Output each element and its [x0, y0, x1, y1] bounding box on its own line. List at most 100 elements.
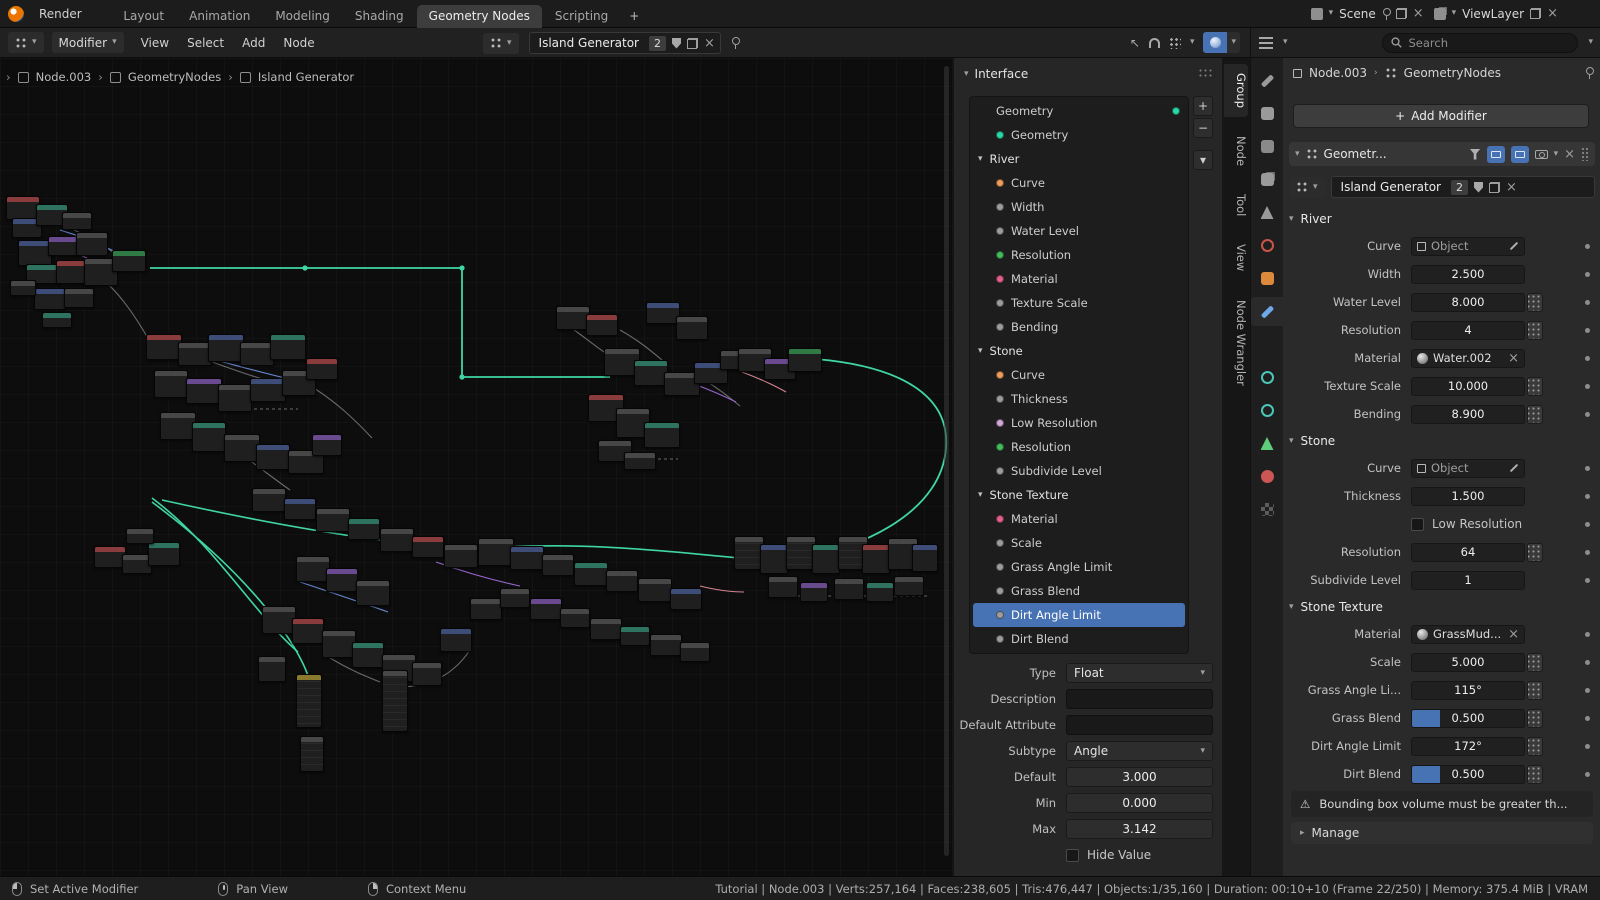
- group-name-field[interactable]: Island Generator 2 ×: [1331, 176, 1595, 198]
- geometry-node[interactable]: [500, 588, 530, 608]
- geometry-node[interactable]: [440, 628, 472, 652]
- properties-tab-constraints[interactable]: [1251, 396, 1283, 425]
- keyframe-decorator[interactable]: [1527, 709, 1543, 728]
- geometry-node[interactable]: [380, 528, 414, 552]
- geometry-node[interactable]: [788, 348, 822, 372]
- interface-item-bending[interactable]: Bending: [970, 315, 1188, 339]
- properties-tab-world[interactable]: [1251, 231, 1283, 260]
- geometry-node[interactable]: [296, 674, 322, 728]
- geometry-node[interactable]: [624, 452, 656, 470]
- keyframe-decorator[interactable]: [1527, 321, 1543, 340]
- number-field-grass-blend[interactable]: 0.500: [1411, 709, 1525, 728]
- geometry-node[interactable]: [862, 544, 890, 574]
- add-item-button[interactable]: +: [1193, 96, 1213, 116]
- node-menu-view[interactable]: View: [132, 32, 178, 54]
- breadcrumb-modifier[interactable]: GeometryNodes: [1404, 66, 1501, 80]
- workspace-tab-geometry-nodes[interactable]: Geometry Nodes: [417, 5, 542, 28]
- geometry-node[interactable]: [348, 518, 380, 540]
- workspace-tab-modeling[interactable]: Modeling: [263, 5, 342, 28]
- geometry-node[interactable]: [148, 542, 180, 566]
- checkbox-low-resolution[interactable]: [1411, 518, 1424, 531]
- interface-item-curve[interactable]: Curve: [970, 363, 1188, 387]
- material-field-material[interactable]: Water.002×: [1411, 349, 1525, 368]
- section-stone[interactable]: ▾Stone: [1289, 428, 1595, 454]
- vertical-scrollbar[interactable]: [944, 66, 949, 856]
- properties-editor-icon[interactable]: [1259, 37, 1273, 49]
- geometry-node[interactable]: [42, 312, 72, 328]
- scene-selector[interactable]: ▾ Scene ×: [1311, 3, 1424, 25]
- geometry-node[interactable]: [606, 570, 638, 592]
- tree-id-selector[interactable]: ▾: [483, 33, 519, 54]
- geometry-node[interactable]: [256, 444, 290, 470]
- geometry-node[interactable]: [352, 642, 384, 668]
- properties-tab-output[interactable]: [1251, 132, 1283, 161]
- extras-chevron-icon[interactable]: ▾: [1554, 150, 1559, 159]
- sidebar-tab-view[interactable]: View: [1224, 235, 1248, 280]
- breadcrumb-modifier[interactable]: GeometryNodes: [128, 70, 221, 84]
- interface-item-material[interactable]: Material: [970, 507, 1188, 531]
- copy-icon[interactable]: [1530, 8, 1541, 19]
- number-field-dirt-blend[interactable]: 0.500: [1411, 765, 1525, 784]
- geometry-node[interactable]: [34, 288, 66, 310]
- breadcrumb-object[interactable]: Node.003: [36, 70, 92, 84]
- geometry-node[interactable]: [296, 556, 330, 582]
- geometry-node[interactable]: [470, 598, 502, 620]
- number-field-dirt-angle-limit[interactable]: 172°: [1411, 737, 1525, 756]
- geometry-node[interactable]: [126, 528, 154, 544]
- geometry-node[interactable]: [478, 538, 514, 566]
- geometry-node[interactable]: [62, 212, 92, 230]
- geometry-node[interactable]: [444, 544, 478, 568]
- sidebar-tab-node-wrangler[interactable]: Node Wrangler: [1224, 291, 1248, 395]
- geometry-node[interactable]: [574, 562, 608, 586]
- snap-mode-icon[interactable]: [1169, 37, 1181, 49]
- geometry-node[interactable]: [530, 598, 562, 620]
- interface-item-resolution[interactable]: Resolution: [970, 243, 1188, 267]
- properties-tab-particles[interactable]: [1251, 330, 1283, 359]
- pin-icon[interactable]: [731, 37, 739, 49]
- geometry-node[interactable]: [382, 670, 408, 732]
- breadcrumb-node-group[interactable]: Island Generator: [258, 70, 354, 84]
- menu-render[interactable]: Render: [30, 3, 95, 25]
- interface-item-river[interactable]: ▾River: [970, 147, 1188, 171]
- animate-dot[interactable]: [1585, 244, 1590, 249]
- number-field-thickness[interactable]: 1.500: [1411, 487, 1525, 506]
- collapsed-panel-manage[interactable]: ▸Manage: [1291, 822, 1593, 844]
- workspace-tab-animation[interactable]: Animation: [177, 5, 262, 28]
- geometry-node[interactable]: [292, 618, 324, 644]
- geometry-node[interactable]: [56, 260, 86, 284]
- interface-panel-header[interactable]: ▾ Interface: [964, 67, 1028, 81]
- geometry-node[interactable]: [560, 608, 590, 628]
- animate-dot[interactable]: [1585, 578, 1590, 583]
- eyedropper-icon[interactable]: [1510, 242, 1518, 250]
- geometry-node[interactable]: [800, 582, 828, 602]
- geometry-node[interactable]: [812, 544, 840, 574]
- section-river[interactable]: ▾River: [1289, 206, 1595, 232]
- panel-grip-icon[interactable]: [1198, 68, 1212, 78]
- new-workspace-button[interactable]: +: [621, 5, 647, 28]
- geometry-node[interactable]: [312, 434, 342, 456]
- modifier-name[interactable]: Geometr...: [1324, 147, 1387, 161]
- drag-grip-icon[interactable]: [1581, 147, 1589, 161]
- display-render-toggle[interactable]: [1535, 150, 1548, 159]
- number-field-scale[interactable]: 5.000: [1411, 653, 1525, 672]
- animate-dot[interactable]: [1585, 522, 1590, 527]
- geometry-node[interactable]: [768, 576, 798, 598]
- geometry-node[interactable]: [556, 306, 590, 330]
- number-field-bending[interactable]: 8.900: [1411, 405, 1525, 424]
- display-editmode-toggle[interactable]: [1487, 146, 1505, 163]
- mode-dropdown[interactable]: Modifier ▾: [52, 32, 124, 53]
- workspace-tab-shading[interactable]: Shading: [343, 5, 416, 28]
- geometry-node[interactable]: [300, 736, 324, 772]
- node-menu-node[interactable]: Node: [274, 32, 323, 54]
- geometry-node[interactable]: [218, 384, 252, 412]
- navigate-icon[interactable]: ↖: [1130, 36, 1140, 50]
- interface-item-scale[interactable]: Scale: [970, 531, 1188, 555]
- geometry-node[interactable]: [894, 576, 924, 596]
- number-field-resolution[interactable]: 64: [1411, 543, 1525, 562]
- object-field-curve[interactable]: Object: [1411, 237, 1525, 256]
- geometry-node[interactable]: [620, 626, 650, 646]
- geometry-node[interactable]: [644, 422, 680, 448]
- sidebar-tab-tool[interactable]: Tool: [1224, 185, 1248, 225]
- workspace-tab-layout[interactable]: Layout: [111, 5, 176, 28]
- breadcrumb-object[interactable]: Node.003: [1309, 66, 1367, 80]
